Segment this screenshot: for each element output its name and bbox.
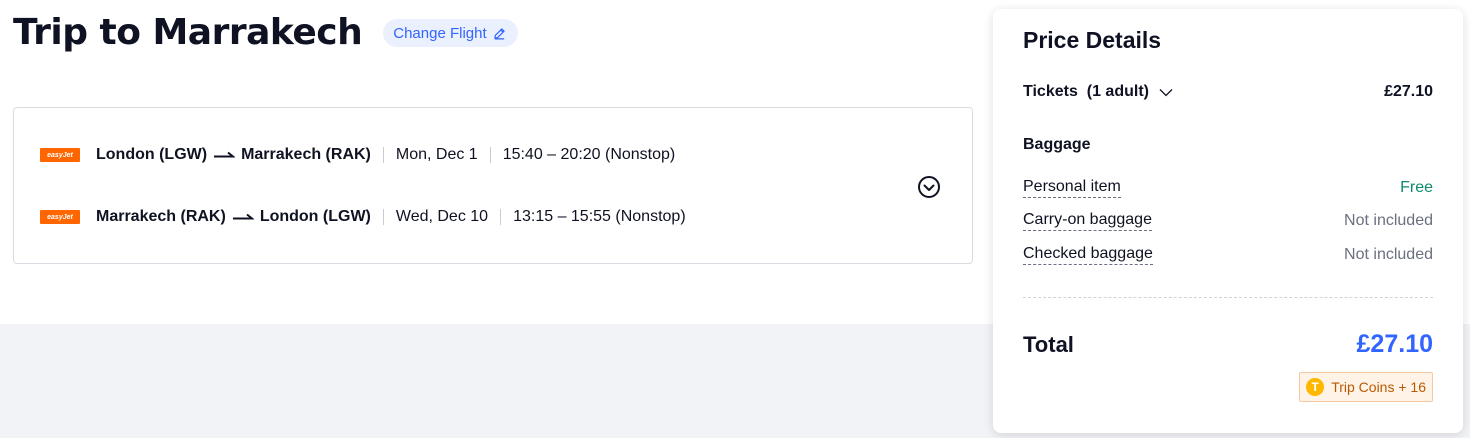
page-header: Trip to Marrakech Change Flight [13,10,518,56]
baggage-label[interactable]: Carry-on baggage [1023,211,1152,231]
flight-leg-outbound: easyJet London (LGW) Marrakech (RAK) Mon… [40,144,675,166]
baggage-row-checked: Checked baggage Not included [1023,245,1433,265]
tickets-label: Tickets [1023,83,1078,100]
page-title: Trip to Marrakech [13,12,363,53]
baggage-value: Free [1400,179,1433,196]
price-details-title: Price Details [1023,27,1162,53]
flight-time: 15:40 – 20:20 (Nonstop) [502,146,676,163]
pencil-icon [493,27,506,40]
arrow-right-icon [232,212,254,222]
tickets-row: Tickets (1 adult) £27.10 [1023,83,1433,101]
flight-itinerary-card: easyJet London (LGW) Marrakech (RAK) Mon… [13,107,973,264]
change-flight-label: Change Flight [393,24,487,42]
flight-time: 13:15 – 15:55 (Nonstop) [513,208,686,225]
separator [489,147,491,163]
divider [1023,297,1433,298]
baggage-value: Not included [1344,212,1433,229]
flight-route: London (LGW) Marrakech (RAK) [96,146,371,164]
baggage-label[interactable]: Checked baggage [1023,245,1153,265]
baggage-heading: Baggage [1023,136,1091,153]
separator [382,147,384,163]
baggage-value: Not included [1344,246,1433,263]
tickets-price: £27.10 [1384,83,1433,100]
easyjet-logo: easyJet [40,148,80,162]
baggage-row-carry-on: Carry-on baggage Not included [1023,211,1433,231]
trip-coins-badge: T Trip Coins + 16 [1299,372,1433,402]
flight-leg-return: easyJet Marrakech (RAK) London (LGW) Wed… [40,206,686,228]
chevron-down-circle-icon[interactable] [917,175,941,199]
baggage-row-personal-item: Personal item Free [1023,178,1433,198]
origin-airport: London (LGW) [96,146,208,163]
tickets-count: (1 adult) [1086,83,1149,100]
separator [382,209,384,225]
total-value: £27.10 [1356,330,1433,358]
flight-date: Wed, Dec 10 [395,208,489,225]
destination-airport: Marrakech (RAK) [241,146,371,163]
tickets-toggle[interactable]: Tickets (1 adult) [1023,83,1173,101]
coin-icon: T [1306,378,1325,396]
price-details-panel: Price Details Tickets (1 adult) £27.10 B… [993,9,1463,433]
separator [500,209,502,225]
easyjet-logo: easyJet [40,210,80,224]
flight-date: Mon, Dec 1 [395,146,478,163]
arrow-right-icon [213,150,236,160]
total-label: Total [1023,332,1074,357]
trip-coins-label: Trip Coins + 16 [1331,379,1426,395]
chevron-down-icon [1159,88,1173,97]
baggage-label[interactable]: Personal item [1023,178,1121,198]
change-flight-button[interactable]: Change Flight [383,19,518,47]
flight-route: Marrakech (RAK) London (LGW) [96,208,371,226]
destination-airport: London (LGW) [259,208,371,225]
origin-airport: Marrakech (RAK) [96,208,226,225]
